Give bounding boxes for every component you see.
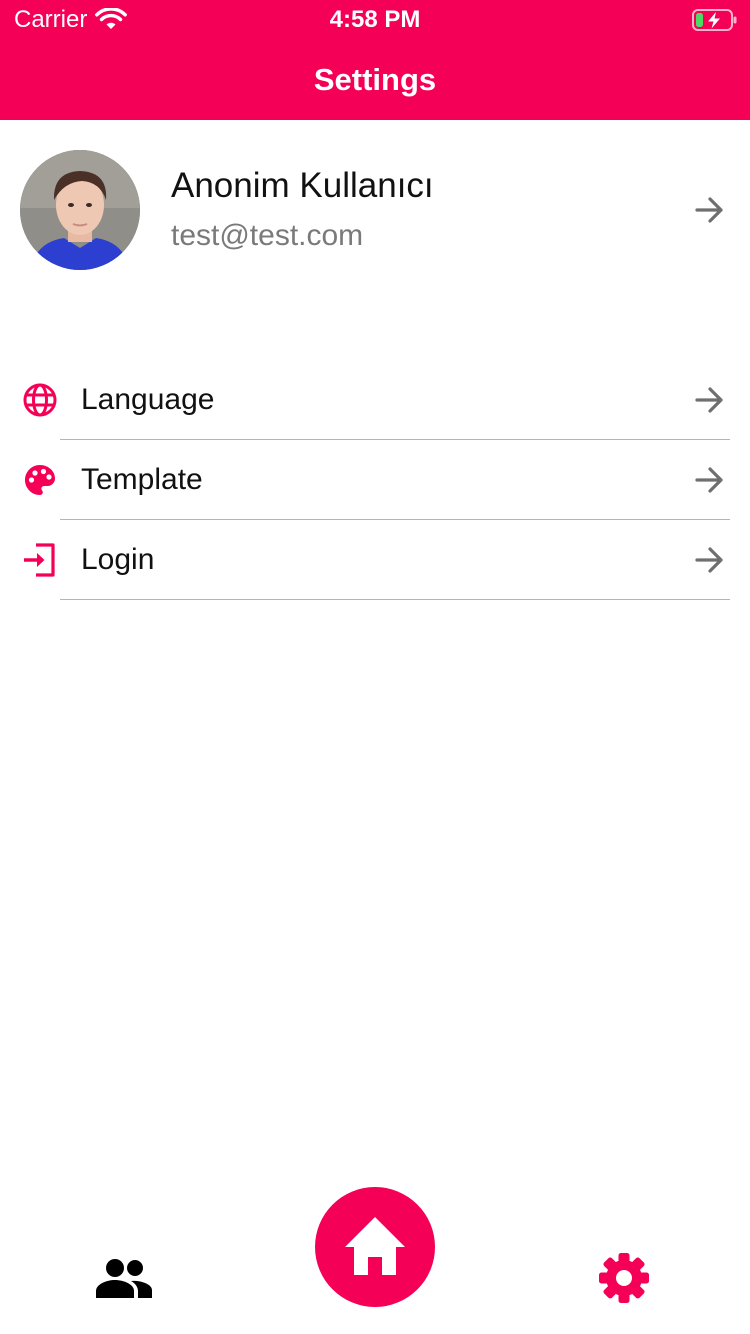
arrow-right-icon	[695, 467, 723, 493]
profile-email: test@test.com	[171, 219, 364, 252]
menu-label-template: Template	[81, 463, 203, 496]
avatar-photo	[20, 150, 140, 270]
bottom-tab-bar	[0, 1180, 750, 1334]
menu-item-language[interactable]: Language	[0, 360, 750, 440]
profile-name: Anonim Kullanıcı	[171, 166, 434, 205]
gear-icon[interactable]	[598, 1252, 650, 1304]
page-title: Settings	[313, 62, 437, 97]
home-icon	[345, 1217, 405, 1275]
arrow-right-icon	[695, 197, 723, 223]
people-icon[interactable]	[94, 1258, 154, 1300]
menu-item-template[interactable]: Template	[0, 440, 750, 520]
status-time: 4:58 PM	[329, 6, 421, 33]
arrow-right-icon	[695, 547, 723, 573]
menu-label-login: Login	[81, 543, 155, 576]
home-button[interactable]	[315, 1187, 435, 1307]
divider	[60, 599, 730, 600]
globe-icon	[23, 383, 57, 417]
app-header: Carrier 4:58 PM Settings	[0, 0, 750, 120]
login-icon	[24, 543, 55, 577]
palette-icon	[25, 465, 55, 495]
avatar	[20, 150, 140, 270]
battery-charging-icon	[692, 9, 737, 31]
profile-card[interactable]: Anonim Kullanıcı test@test.com	[0, 120, 750, 300]
menu-label-language: Language	[81, 383, 215, 416]
status-bar: Carrier 4:58 PM	[0, 0, 750, 40]
arrow-right-icon	[695, 387, 723, 413]
settings-menu: Language Template Login	[0, 360, 750, 600]
menu-item-login[interactable]: Login	[0, 520, 750, 600]
